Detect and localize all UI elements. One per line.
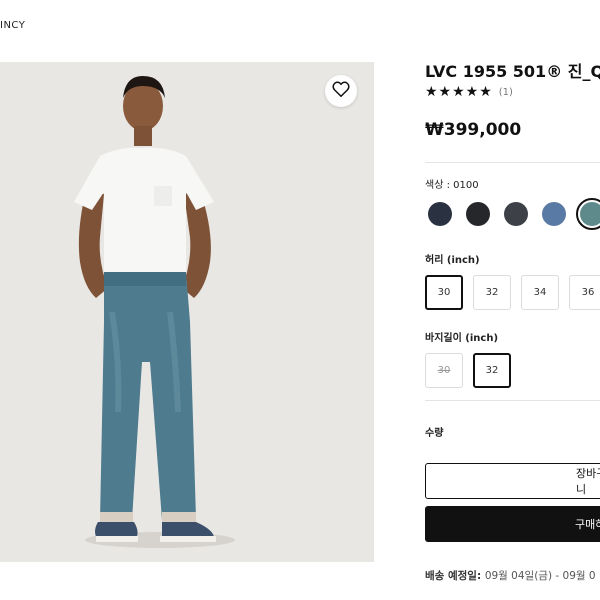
- color-swatch-navy[interactable]: [428, 202, 452, 226]
- star-icon: ★★★★★: [425, 84, 493, 100]
- rating[interactable]: ★★★★★ (1): [425, 84, 513, 100]
- waist-option-label: 34: [533, 287, 547, 298]
- delivery-date: 09월 04일(금) - 09월 0: [484, 570, 596, 582]
- wishlist-button[interactable]: [325, 75, 357, 107]
- waist-option-34[interactable]: 34: [521, 275, 559, 310]
- waist-option-label: 30: [437, 287, 451, 298]
- length-option-30[interactable]: 30: [425, 353, 463, 388]
- color-swatch-charcoal[interactable]: [504, 202, 528, 226]
- waist-option-32[interactable]: 32: [473, 275, 511, 310]
- length-option-label: 30: [437, 365, 451, 376]
- add-to-cart-button[interactable]: 장바구니: [425, 463, 600, 499]
- length-option-label: 32: [485, 365, 499, 376]
- length-option-32[interactable]: 32: [473, 353, 511, 388]
- waist-option-label: 36: [581, 287, 595, 298]
- length-label: 바지길이 (inch): [425, 333, 499, 344]
- quantity-label: 수량: [425, 428, 444, 439]
- color-swatches: [428, 198, 600, 230]
- delivery-prefix: 배송 예정일:: [425, 570, 485, 582]
- model-photo: [0, 62, 374, 562]
- product-image: [0, 62, 374, 562]
- divider: [425, 400, 600, 401]
- buy-now-button[interactable]: 구매하: [425, 506, 600, 542]
- product-title: LVC 1955 501® 진_QU: [425, 62, 600, 81]
- waist-option-36[interactable]: 36: [569, 275, 600, 310]
- waist-option-30[interactable]: 30: [425, 275, 463, 310]
- delivery-estimate: 배송 예정일: 09월 04일(금) - 09월 0: [425, 568, 596, 583]
- heart-icon: [332, 81, 350, 101]
- review-count[interactable]: (1): [499, 87, 513, 98]
- length-options: 30 32: [425, 353, 511, 388]
- color-label: 색상 : 0100: [425, 180, 479, 191]
- waist-option-label: 32: [485, 287, 499, 298]
- color-swatch-mid-blue[interactable]: [542, 202, 566, 226]
- breadcrumb[interactable]: INCY: [0, 20, 25, 31]
- color-swatch-black[interactable]: [466, 202, 490, 226]
- waist-options: 30 32 34 36: [425, 275, 600, 310]
- color-swatch-teal[interactable]: [576, 198, 600, 230]
- waist-label: 허리 (inch): [425, 255, 480, 266]
- product-price: ₩399,000: [425, 120, 522, 140]
- divider: [425, 162, 600, 163]
